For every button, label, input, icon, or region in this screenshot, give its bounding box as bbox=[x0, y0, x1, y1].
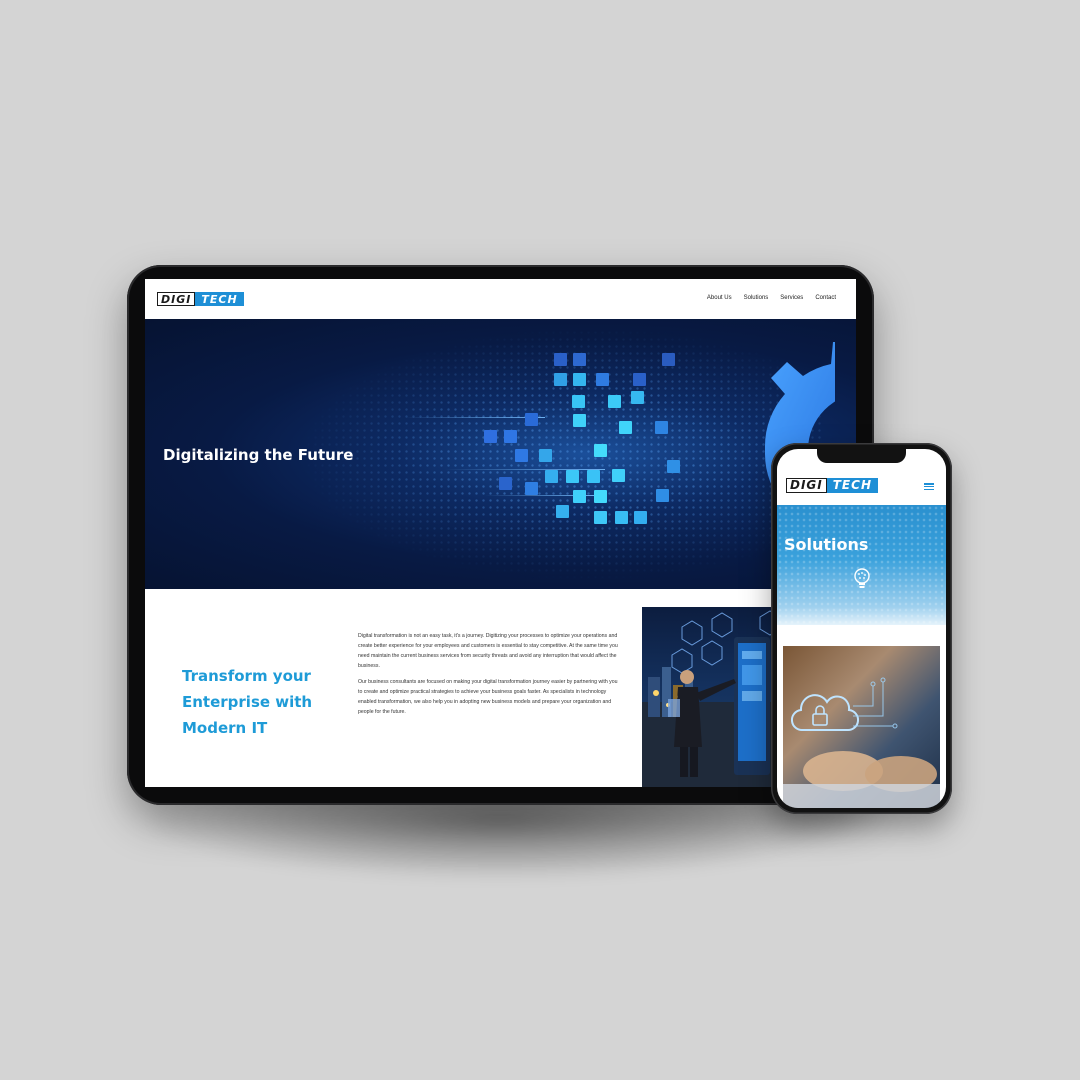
logo-digi: DIGI bbox=[786, 477, 827, 493]
hex-pattern bbox=[777, 505, 946, 625]
hamburger-menu-icon[interactable] bbox=[924, 483, 934, 491]
section-heading: Transform your Enterprise with Modern IT bbox=[182, 667, 313, 737]
nav-contact[interactable]: Contact bbox=[815, 295, 836, 301]
main-nav: About Us Solutions Services Contact bbox=[707, 295, 836, 301]
logo-tech: TECH bbox=[195, 292, 244, 306]
phone-device: DIGI TECH Solutions bbox=[771, 443, 952, 814]
light-streak bbox=[405, 417, 545, 418]
cloud-security-image bbox=[783, 646, 940, 808]
mobile-hero: Solutions bbox=[777, 505, 946, 625]
hero-banner: Digitalizing the Future bbox=[145, 319, 856, 589]
typing-hands-illustration bbox=[783, 646, 940, 808]
section-paragraph: Digital transformation is not an easy ta… bbox=[358, 633, 618, 669]
nav-about-us[interactable]: About Us bbox=[707, 295, 732, 301]
intro-section: Transform your Enterprise with Modern IT… bbox=[145, 589, 856, 787]
logo-digi: DIGI bbox=[157, 292, 196, 306]
mobile-logo[interactable]: DIGI TECH bbox=[786, 477, 878, 493]
site-header: DIGI TECH About Us Solutions Services Co… bbox=[145, 279, 856, 319]
logo-tech: TECH bbox=[826, 477, 878, 493]
tablet-device: DIGI TECH About Us Solutions Services Co… bbox=[127, 265, 874, 805]
mobile-hero-title: Solutions bbox=[784, 535, 869, 554]
lightbulb-icon bbox=[854, 568, 870, 588]
tablet-screen: DIGI TECH About Us Solutions Services Co… bbox=[145, 279, 856, 787]
hero-title: Digitalizing the Future bbox=[163, 446, 354, 464]
nav-services[interactable]: Services bbox=[780, 295, 803, 301]
section-body: Digital transformation is not an easy ta… bbox=[358, 631, 620, 723]
site-logo[interactable]: DIGI TECH bbox=[157, 292, 244, 306]
section-paragraph: Our business consultants are focused on … bbox=[358, 679, 618, 715]
nav-solutions[interactable]: Solutions bbox=[744, 295, 769, 301]
light-streak bbox=[445, 469, 605, 470]
phone-notch bbox=[817, 449, 906, 463]
phone-screen: DIGI TECH Solutions bbox=[777, 449, 946, 808]
mobile-header: DIGI TECH bbox=[777, 463, 946, 505]
